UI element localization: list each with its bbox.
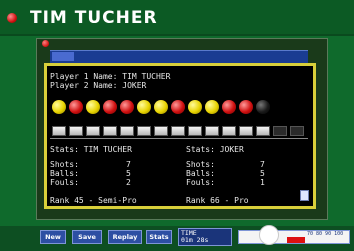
pocket-slot [290,126,304,136]
divider [50,138,308,139]
power-meter[interactable]: 70 80 90 100 [238,225,350,245]
tab-label[interactable] [52,52,74,61]
stats-left-balls: 5 [126,169,131,178]
replay-button[interactable]: Replay [108,230,142,244]
page-title: TIM TUCHER [30,8,158,28]
pocket-slot [103,126,117,136]
pocket-slot [222,126,236,136]
ball-yellow [52,100,66,114]
pocket-slot [52,126,66,136]
stats-left-fouls-label: Fouls: [50,178,79,187]
ball-red [239,100,253,114]
stats-left-shots: 7 [126,160,131,169]
ball-yellow [86,100,100,114]
player2-name: Player 2 Name: JOKER [50,81,147,90]
pocket-slot [86,126,100,136]
ball-yellow [137,100,151,114]
pocket-slot [188,126,202,136]
player1-name: Player 1 Name: TIM TUCHER [50,72,171,81]
stats-left-title: Stats: TIM TUCHER [50,145,132,154]
stats-left-shots-label: Shots: [50,160,79,169]
stats-left-fouls: 2 [126,178,131,187]
stats-right-shots-label: Shots: [186,160,215,169]
ball-red [171,100,185,114]
power-scale: 70 80 90 100 [307,231,344,237]
pocket-slot [273,126,287,136]
stats-right-title: Stats: JOKER [186,145,244,154]
ball-red [120,100,134,114]
stats-left-rank: Rank 45 - Semi-Pro [50,196,137,205]
timer-value: 01m 28s [181,236,209,244]
ball-red [103,100,117,114]
pocket-slot [205,126,219,136]
ball-icon [42,40,49,47]
timer: TIME 01m 28s [178,228,232,246]
stats-right-fouls: 1 [260,178,265,187]
stats-right-balls: 5 [260,169,265,178]
stats-left-balls-label: Balls: [50,169,79,178]
pocket-slot [154,126,168,136]
stats-button[interactable]: Stats [146,230,172,244]
pocket-slot [69,126,83,136]
stats-right-balls-label: Balls: [186,169,215,178]
stats-right-shots: 7 [260,160,265,169]
window-tab-bar[interactable] [50,50,308,63]
ball-yellow [188,100,202,114]
ball-black [256,100,270,114]
pocket-slot [171,126,185,136]
new-button[interactable]: New [40,230,66,244]
save-button[interactable]: Save [72,230,102,244]
ball-yellow [154,100,168,114]
power-knob[interactable] [259,225,279,245]
ball-icon [7,13,17,23]
power-indicator [287,237,305,243]
scroll-icon[interactable] [300,190,309,201]
ball-yellow [205,100,219,114]
pocket-slot [120,126,134,136]
pocket-slot [137,126,151,136]
ball-red [222,100,236,114]
pocket-slot [256,126,270,136]
stats-right-rank: Rank 66 - Pro [186,196,249,205]
pocket-slot [239,126,253,136]
ball-red [69,100,83,114]
stats-right-fouls-label: Fouls: [186,178,215,187]
